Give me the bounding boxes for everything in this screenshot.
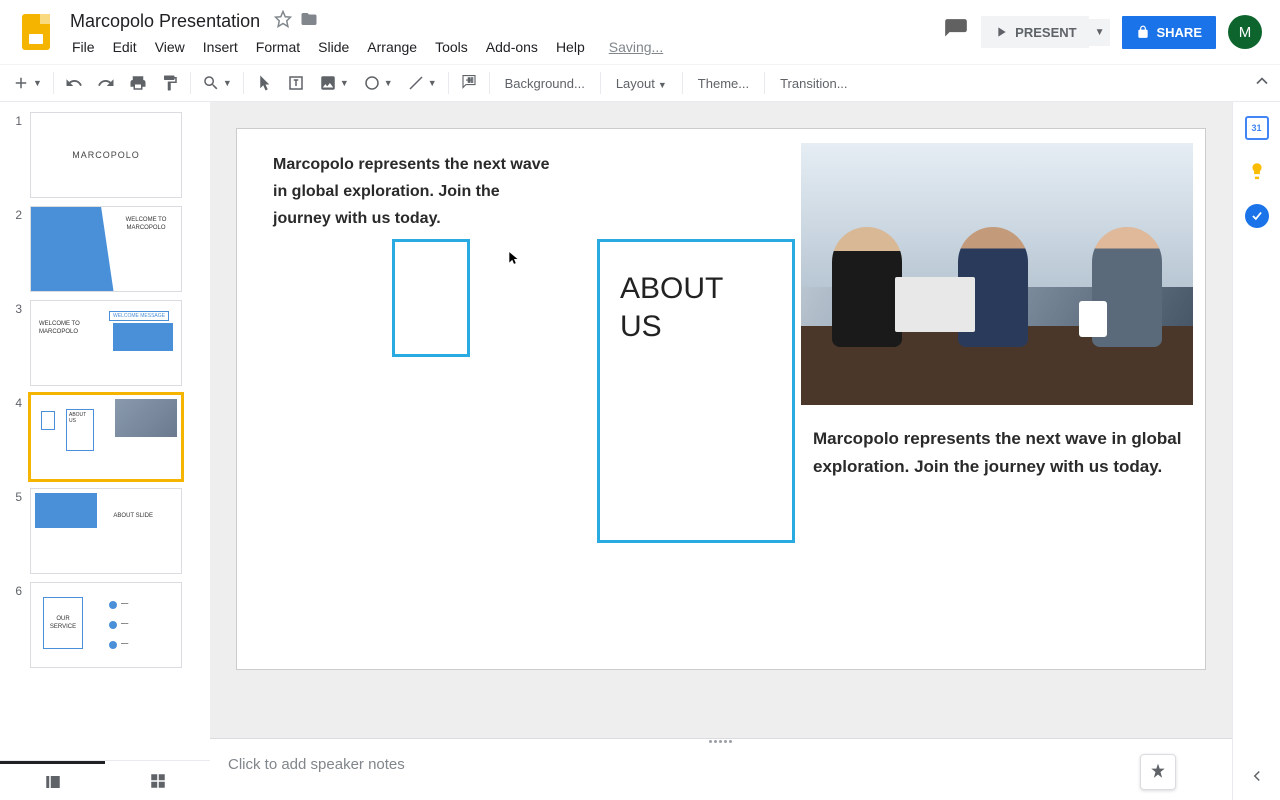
undo-button[interactable]	[59, 69, 89, 97]
doc-title[interactable]: Marcopolo Presentation	[64, 9, 266, 34]
star-icon[interactable]	[274, 10, 292, 33]
slide-small-rect[interactable]	[392, 239, 470, 357]
menu-slide[interactable]: Slide	[310, 37, 357, 57]
redo-button[interactable]	[91, 69, 121, 97]
slide-right-text[interactable]: Marcopolo represents the next wave in gl…	[813, 425, 1193, 481]
slide-box-heading[interactable]: ABOUT US	[620, 270, 772, 345]
toolbar-collapse[interactable]	[1252, 71, 1272, 96]
canvas-scroll[interactable]: Marcopolo represents the next wave in gl…	[210, 102, 1232, 738]
slide-thumb-3[interactable]: WELCOME TO MARCOPOLO WELCOME MESSAGE	[30, 300, 182, 386]
saving-status: Saving...	[605, 37, 667, 57]
calendar-icon[interactable]: 31	[1245, 116, 1269, 140]
app-header: Marcopolo Presentation File Edit View In…	[0, 0, 1280, 64]
menubar: File Edit View Insert Format Slide Arran…	[64, 37, 943, 57]
header-right: PRESENT ▼ SHARE M	[943, 15, 1272, 49]
filmstrip[interactable]: 1 MARCOPOLO 2 WELCOME TO MARCOPOLO 3 WEL…	[0, 102, 210, 800]
menu-arrange[interactable]: Arrange	[359, 37, 425, 57]
cursor-icon	[507, 249, 521, 272]
thumb-number: 4	[8, 394, 22, 410]
explore-button[interactable]	[1140, 754, 1176, 790]
speaker-notes-placeholder: Click to add speaker notes	[228, 756, 1214, 773]
slide-thumb-5[interactable]: ABOUT SLIDE	[30, 488, 182, 574]
account-avatar[interactable]: M	[1228, 15, 1262, 49]
comments-icon[interactable]	[943, 17, 969, 48]
slide-thumb-6[interactable]: OUR SERVICE ━━━ ━━━ ━━━	[30, 582, 182, 668]
slide-photo[interactable]	[801, 143, 1193, 405]
toolbar: ▼ ▼ ▼ ▼ ▼ Background... Layout▼ Theme...…	[0, 64, 1280, 102]
move-folder-icon[interactable]	[300, 10, 318, 33]
select-tool[interactable]	[249, 69, 279, 97]
thumb-number: 5	[8, 488, 22, 504]
keep-icon[interactable]	[1245, 160, 1269, 184]
shape-tool[interactable]: ▼	[357, 69, 399, 97]
side-panel-toggle[interactable]	[1248, 767, 1266, 790]
canvas-area: Marcopolo represents the next wave in gl…	[210, 102, 1232, 800]
zoom-button[interactable]: ▼	[196, 69, 238, 97]
present-button[interactable]: PRESENT	[981, 16, 1088, 48]
menu-edit[interactable]: Edit	[105, 37, 145, 57]
menu-view[interactable]: View	[147, 37, 193, 57]
grid-view-tab[interactable]	[105, 761, 210, 800]
slide-big-rect[interactable]: ABOUT US	[597, 239, 795, 543]
theme-button[interactable]: Theme...	[688, 71, 759, 96]
new-slide-button[interactable]: ▼	[6, 69, 48, 97]
share-label: SHARE	[1156, 25, 1202, 40]
menu-help[interactable]: Help	[548, 37, 593, 57]
filmstrip-view-tab[interactable]	[0, 761, 105, 800]
view-mode-bar	[0, 760, 210, 800]
side-panel: 31	[1232, 102, 1280, 800]
textbox-tool[interactable]	[281, 69, 311, 97]
slide-canvas[interactable]: Marcopolo represents the next wave in gl…	[236, 128, 1206, 670]
thumb-number: 2	[8, 206, 22, 222]
slide-thumb-4[interactable]: ABOUT US	[30, 394, 182, 480]
speaker-notes[interactable]: Click to add speaker notes	[210, 744, 1232, 800]
slides-app-icon[interactable]	[16, 12, 56, 52]
menu-format[interactable]: Format	[248, 37, 308, 57]
slide-thumb-1[interactable]: MARCOPOLO	[30, 112, 182, 198]
thumb-number: 3	[8, 300, 22, 316]
layout-button[interactable]: Layout▼	[606, 71, 677, 96]
slide-left-text[interactable]: Marcopolo represents the next wave in gl…	[273, 151, 553, 233]
share-button[interactable]: SHARE	[1122, 16, 1216, 49]
menu-tools[interactable]: Tools	[427, 37, 476, 57]
paint-format-button[interactable]	[155, 69, 185, 97]
slide-thumb-2[interactable]: WELCOME TO MARCOPOLO	[30, 206, 182, 292]
present-dropdown[interactable]: ▼	[1089, 19, 1111, 46]
title-area: Marcopolo Presentation File Edit View In…	[64, 7, 943, 57]
menu-insert[interactable]: Insert	[195, 37, 246, 57]
menu-addons[interactable]: Add-ons	[478, 37, 546, 57]
background-button[interactable]: Background...	[495, 71, 595, 96]
image-tool[interactable]: ▼	[313, 69, 355, 97]
print-button[interactable]	[123, 69, 153, 97]
present-label: PRESENT	[1015, 25, 1076, 40]
line-tool[interactable]: ▼	[401, 69, 443, 97]
menu-file[interactable]: File	[64, 37, 103, 57]
tasks-icon[interactable]	[1245, 204, 1269, 228]
transition-button[interactable]: Transition...	[770, 71, 857, 96]
comment-tool[interactable]	[454, 69, 484, 97]
thumb-number: 1	[8, 112, 22, 128]
thumb-number: 6	[8, 582, 22, 598]
